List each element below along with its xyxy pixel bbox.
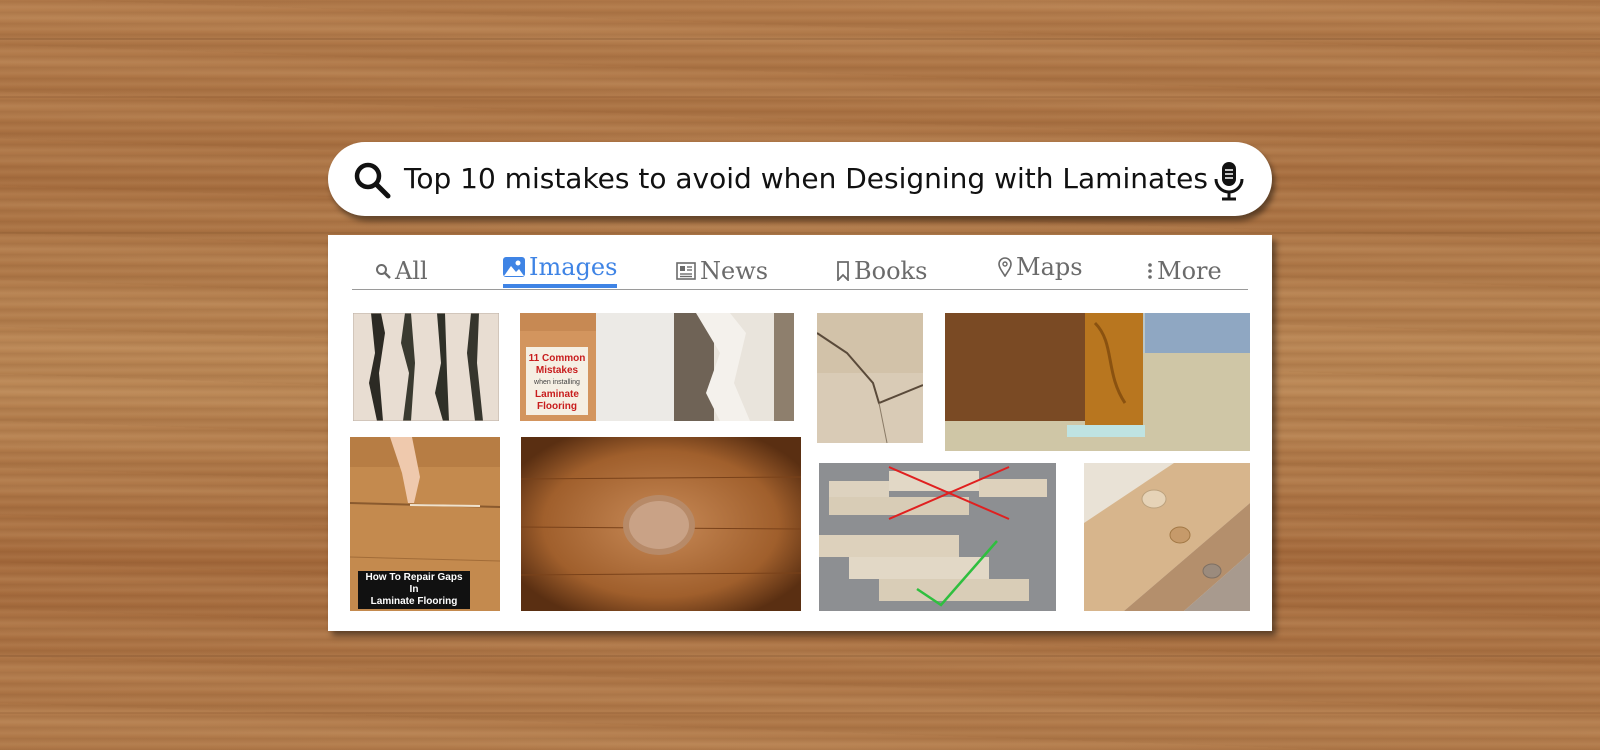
microphone-icon[interactable] xyxy=(1212,161,1246,201)
peeling-paint-image xyxy=(353,313,499,421)
tab-label: Books xyxy=(854,257,928,285)
tab-label: All xyxy=(395,257,428,285)
wood-grain xyxy=(0,232,1600,234)
tab-bar: All Images News Books Maps More xyxy=(352,253,1248,290)
image-icon xyxy=(503,257,525,277)
image-result-peeling-paint[interactable] xyxy=(353,313,499,421)
water-damage-image xyxy=(521,437,801,611)
tab-more[interactable]: More xyxy=(1147,253,1222,289)
results-panel: All Images News Books Maps More 11 Commo… xyxy=(328,235,1272,631)
tab-images[interactable]: Images xyxy=(503,249,618,288)
wood-grain xyxy=(0,96,1600,98)
tab-maps[interactable]: Maps xyxy=(998,249,1083,285)
tab-news[interactable]: News xyxy=(676,253,768,289)
image-result-cracked-tile[interactable] xyxy=(817,313,923,443)
tab-label: Maps xyxy=(1016,253,1083,281)
caption-line: Laminate Flooring xyxy=(370,596,458,607)
image-result-door-frame[interactable] xyxy=(945,313,1250,451)
mistakes-overlay-text: 11 Common Mistakes when installing Lamin… xyxy=(526,353,588,413)
tab-all[interactable]: All xyxy=(375,253,428,289)
repair-gaps-caption: How To Repair Gaps In Laminate Flooring xyxy=(358,571,470,609)
overlay-line: Flooring xyxy=(537,401,577,412)
map-pin-icon xyxy=(998,257,1012,277)
search-icon[interactable] xyxy=(352,160,392,200)
tab-books[interactable]: Books xyxy=(836,253,927,289)
door-frame-image xyxy=(945,313,1250,451)
search-query[interactable]: Top 10 mistakes to avoid when Designing … xyxy=(404,142,1208,216)
caption-line: How To Repair Gaps In xyxy=(365,572,463,595)
wood-grain xyxy=(0,655,1600,657)
cracked-tile-image xyxy=(817,313,923,443)
tab-label: Images xyxy=(529,253,618,281)
tab-label: News xyxy=(700,257,769,285)
search-bar[interactable]: Top 10 mistakes to avoid when Designing … xyxy=(328,142,1272,216)
image-result-waterproof-planks[interactable] xyxy=(1084,463,1250,611)
image-result-water-damage[interactable] xyxy=(521,437,801,611)
image-result-repair-gaps[interactable]: How To Repair Gaps In Laminate Flooring xyxy=(350,437,500,611)
newspaper-icon xyxy=(676,262,696,280)
overlay-line: 11 Common xyxy=(528,353,586,364)
more-vertical-icon xyxy=(1148,263,1152,279)
overlay-line: Mistakes xyxy=(535,365,579,376)
tile-layout-image xyxy=(819,463,1056,611)
search-icon xyxy=(376,264,391,279)
bookmark-icon xyxy=(837,261,849,281)
overlay-line: when installing xyxy=(534,379,580,386)
wood-grain xyxy=(0,712,1600,714)
overlay-line: Laminate xyxy=(535,389,579,400)
waterproof-planks-image xyxy=(1084,463,1250,611)
tab-label: More xyxy=(1157,257,1222,285)
wood-grain xyxy=(0,38,1600,40)
image-result-tile-layout[interactable] xyxy=(819,463,1056,611)
image-result-common-mistakes[interactable]: 11 Common Mistakes when installing Lamin… xyxy=(520,313,794,421)
